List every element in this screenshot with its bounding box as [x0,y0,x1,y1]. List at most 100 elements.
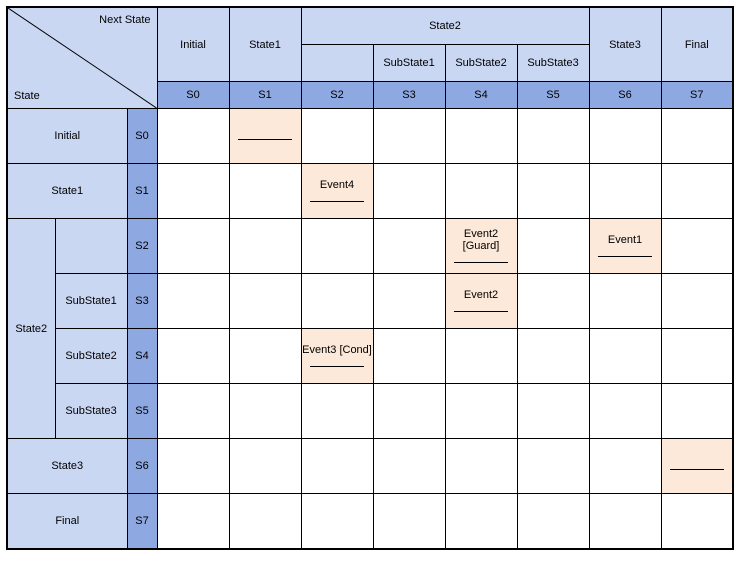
cell [445,384,517,439]
cell [229,274,301,329]
cell [589,439,661,494]
event-label: Event4 [302,177,373,191]
underline-icon [310,191,364,202]
row-header-sub1: SubState1 [55,274,127,329]
cell [589,384,661,439]
underline-icon [670,459,724,470]
cell [229,164,301,219]
cell [445,109,517,164]
row-id-s1: S1 [127,164,157,219]
col-id-s2: S2 [301,82,373,109]
cell [229,329,301,384]
cell [661,329,733,384]
row-header-sub2: SubState2 [55,329,127,384]
cell [373,274,445,329]
cell [229,494,301,550]
transition-cell: Event2 [445,274,517,329]
cell [301,219,373,274]
row-header-state2-blank [55,219,127,274]
transition-cell: Event2 [Guard] [445,219,517,274]
col-header-sub1: SubState1 [373,45,445,82]
cell [589,164,661,219]
col-header-final: Final [661,7,733,82]
underline-icon [598,246,652,257]
row-id-s6: S6 [127,439,157,494]
row-id-s7: S7 [127,494,157,550]
cell [661,164,733,219]
cell [517,274,589,329]
cell [157,219,229,274]
row-header-initial: Initial [7,109,127,164]
cell [589,109,661,164]
cell [373,219,445,274]
cell [589,329,661,384]
transition-cell: Event1 [589,219,661,274]
cell [229,219,301,274]
row-header-state3: State3 [7,439,127,494]
cell [373,439,445,494]
state-label: State [14,90,40,102]
cell [517,329,589,384]
cell [661,219,733,274]
event-label: Event3 [Cond] [302,342,373,356]
row-id-s2: S2 [127,219,157,274]
corner-cell: Next State State [7,7,157,109]
transition-cell [229,109,301,164]
col-id-s6: S6 [589,82,661,109]
col-header-initial: Initial [157,7,229,82]
col-id-s3: S3 [373,82,445,109]
cell [301,494,373,550]
cell [445,494,517,550]
cell [661,494,733,550]
cell [301,384,373,439]
col-header-state2-group: State2 [301,7,589,45]
cell [445,164,517,219]
cell [373,329,445,384]
cell [157,494,229,550]
col-header-state3: State3 [589,7,661,82]
cell [661,109,733,164]
row-id-s3: S3 [127,274,157,329]
row-id-s5: S5 [127,384,157,439]
transition-cell [661,439,733,494]
cell [157,384,229,439]
cell [517,164,589,219]
row-header-state2-group: State2 [7,219,55,439]
col-id-s5: S5 [517,82,589,109]
transition-cell: Event4 [301,164,373,219]
cell [661,274,733,329]
row-header-state1: State1 [7,164,127,219]
state-transition-matrix: Next State State Initial State1 State2 S… [6,6,734,550]
cell [661,384,733,439]
col-id-s1: S1 [229,82,301,109]
cell [517,494,589,550]
col-header-state1: State1 [229,7,301,82]
cell [517,109,589,164]
cell [589,494,661,550]
event-label: Event2 [446,287,517,301]
cell [301,109,373,164]
col-id-s4: S4 [445,82,517,109]
col-header-sub3: SubState3 [517,45,589,82]
cell [517,219,589,274]
cell [157,164,229,219]
underline-icon [238,129,292,140]
next-state-label: Next State [99,14,150,26]
event-label: Event2 [Guard] [446,226,517,252]
cell [373,164,445,219]
underline-icon [310,356,364,367]
row-header-final: Final [7,494,127,550]
cell [157,439,229,494]
cell [517,439,589,494]
cell [445,439,517,494]
col-header-state2-blank [301,45,373,82]
cell [157,329,229,384]
cell [445,329,517,384]
col-id-s0: S0 [157,82,229,109]
cell [373,494,445,550]
cell [301,439,373,494]
cell [229,384,301,439]
event-label: Event1 [590,232,661,246]
cell [229,439,301,494]
col-header-sub2: SubState2 [445,45,517,82]
